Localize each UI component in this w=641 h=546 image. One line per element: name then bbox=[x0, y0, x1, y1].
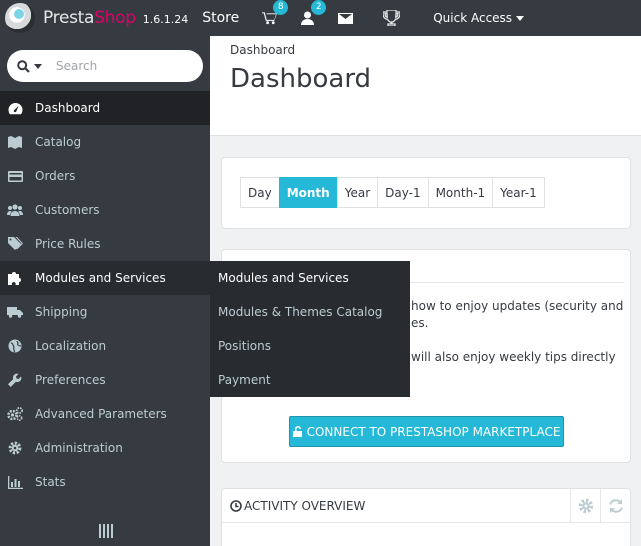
truck-icon bbox=[7, 307, 23, 318]
activity-overview-title: ACTIVITY OVERVIEW bbox=[244, 498, 366, 513]
sidebar-item-advanced-parameters[interactable]: Advanced Parameters bbox=[0, 397, 210, 431]
sidebar: Dashboard Catalog Orders Customers Price… bbox=[0, 36, 210, 546]
brand-name-shop: Shop bbox=[94, 8, 136, 28]
period-previous-month-button[interactable]: Month-1 bbox=[427, 177, 494, 208]
tags-icon bbox=[7, 237, 23, 250]
sidebar-item-label: Stats bbox=[35, 475, 66, 489]
marketplace-text: how to enjoy updates (security and bbox=[411, 299, 624, 313]
sidebar-item-label: Preferences bbox=[35, 373, 106, 387]
user-icon bbox=[300, 11, 314, 25]
activity-overview-header: ACTIVITY OVERVIEW bbox=[222, 489, 630, 523]
activity-tools bbox=[570, 489, 630, 523]
sidebar-item-label: Dashboard bbox=[35, 101, 101, 115]
page-title: Dashboard bbox=[230, 64, 372, 94]
prestashop-logo[interactable] bbox=[5, 3, 35, 33]
sidebar-item-administration[interactable]: Administration bbox=[0, 431, 210, 465]
quick-access-label: Quick Access bbox=[433, 11, 513, 25]
envelope-icon bbox=[337, 12, 353, 24]
sidebar-item-shipping[interactable]: Shipping bbox=[0, 295, 210, 329]
caret-down-icon bbox=[516, 15, 525, 21]
sidebar-item-dashboard[interactable]: Dashboard bbox=[0, 91, 210, 125]
brand-name-presta: Presta bbox=[43, 8, 95, 28]
refresh-icon bbox=[608, 499, 623, 513]
clock-icon bbox=[230, 499, 242, 512]
sidebar-item-price-rules[interactable]: Price Rules bbox=[0, 227, 210, 261]
connect-marketplace-label: CONNECT TO PRESTASHOP MARKETPLACE bbox=[306, 424, 561, 439]
cog-icon bbox=[8, 441, 22, 455]
search-type-dropdown[interactable] bbox=[17, 59, 42, 73]
users-icon bbox=[7, 204, 23, 216]
period-panel: Day Month Year Day-1 Month-1 Year-1 bbox=[221, 157, 631, 229]
submenu-item-modules-themes-catalog[interactable]: Modules & Themes Catalog bbox=[210, 295, 410, 329]
collapse-sidebar-handle[interactable] bbox=[99, 524, 113, 538]
search-input[interactable] bbox=[56, 59, 186, 73]
breadcrumb[interactable]: Dashboard bbox=[230, 43, 295, 57]
sidebar-item-orders[interactable]: Orders bbox=[0, 159, 210, 193]
period-month-button[interactable]: Month bbox=[278, 177, 338, 208]
quick-access-dropdown[interactable]: Quick Access bbox=[433, 11, 525, 25]
brand-name[interactable]: PrestaShop bbox=[43, 8, 136, 28]
modules-submenu: Modules and Services Modules & Themes Ca… bbox=[210, 261, 410, 397]
sidebar-item-label: Administration bbox=[35, 441, 123, 455]
sidebar-item-label: Customers bbox=[35, 203, 100, 217]
version-label: 1.6.1.24 bbox=[142, 13, 189, 26]
sidebar-item-preferences[interactable]: Preferences bbox=[0, 363, 210, 397]
cogs-icon bbox=[7, 407, 23, 421]
messages-notifications-button[interactable] bbox=[335, 8, 355, 28]
submenu-item-payment[interactable]: Payment bbox=[210, 363, 410, 397]
trophy-icon bbox=[382, 10, 400, 26]
sidebar-item-modules-and-services[interactable]: Modules and Services bbox=[0, 261, 210, 295]
bar-chart-icon bbox=[7, 475, 23, 489]
puzzle-icon bbox=[8, 272, 21, 285]
globe-icon bbox=[8, 339, 22, 353]
shopping-cart-icon bbox=[261, 12, 277, 25]
sidebar-item-localization[interactable]: Localization bbox=[0, 329, 210, 363]
period-button-group: Day Month Year Day-1 Month-1 Year-1 bbox=[240, 177, 545, 208]
submenu-item-positions[interactable]: Positions bbox=[210, 329, 410, 363]
store-link[interactable]: Store bbox=[202, 10, 239, 26]
sidebar-item-label: Advanced Parameters bbox=[35, 407, 167, 421]
period-year-button[interactable]: Year bbox=[336, 177, 379, 208]
refresh-button[interactable] bbox=[600, 489, 630, 523]
sidebar-item-label: Localization bbox=[35, 339, 107, 353]
badges-button[interactable] bbox=[381, 8, 401, 28]
period-previous-day-button[interactable]: Day-1 bbox=[377, 177, 429, 208]
period-previous-year-button[interactable]: Year-1 bbox=[492, 177, 545, 208]
submenu-item-modules-and-services[interactable]: Modules and Services bbox=[210, 261, 410, 295]
flyout-pointer bbox=[202, 271, 210, 285]
caret-down-icon bbox=[34, 63, 42, 69]
top-header: PrestaShop 1.6.1.24 Store 8 2 Quick Acce… bbox=[0, 0, 641, 36]
period-day-button[interactable]: Day bbox=[240, 177, 280, 208]
sidebar-item-customers[interactable]: Customers bbox=[0, 193, 210, 227]
sidebar-item-label: Price Rules bbox=[35, 237, 101, 251]
sidebar-item-label: Orders bbox=[35, 169, 76, 183]
cart-count-badge: 8 bbox=[273, 0, 289, 15]
marketplace-text: will also enjoy weekly tips directly bbox=[411, 350, 616, 364]
marketplace-text: es. bbox=[411, 316, 429, 330]
book-icon bbox=[8, 135, 22, 149]
sidebar-item-stats[interactable]: Stats bbox=[0, 465, 210, 499]
sidebar-item-label: Shipping bbox=[35, 305, 88, 319]
gear-icon bbox=[578, 498, 593, 514]
connect-marketplace-button[interactable]: CONNECT TO PRESTASHOP MARKETPLACE bbox=[289, 416, 564, 447]
configure-button[interactable] bbox=[570, 489, 600, 523]
unlock-icon bbox=[292, 426, 302, 437]
search-box[interactable] bbox=[7, 50, 203, 82]
wrench-icon bbox=[8, 373, 22, 387]
sidebar-item-label: Catalog bbox=[35, 135, 82, 149]
activity-overview-panel: ACTIVITY OVERVIEW bbox=[221, 488, 631, 546]
customer-notifications-button[interactable]: 2 bbox=[297, 0, 327, 28]
main-menu: Dashboard Catalog Orders Customers Price… bbox=[0, 91, 210, 499]
credit-card-icon bbox=[7, 170, 23, 182]
customers-count-badge: 2 bbox=[311, 0, 327, 15]
cart-notifications-button[interactable]: 8 bbox=[259, 0, 289, 28]
sidebar-item-catalog[interactable]: Catalog bbox=[0, 125, 210, 159]
page-header: Dashboard Dashboard bbox=[210, 36, 641, 136]
search-icon bbox=[17, 59, 30, 73]
tachometer-icon bbox=[8, 102, 22, 114]
sidebar-item-label: Modules and Services bbox=[35, 271, 166, 285]
